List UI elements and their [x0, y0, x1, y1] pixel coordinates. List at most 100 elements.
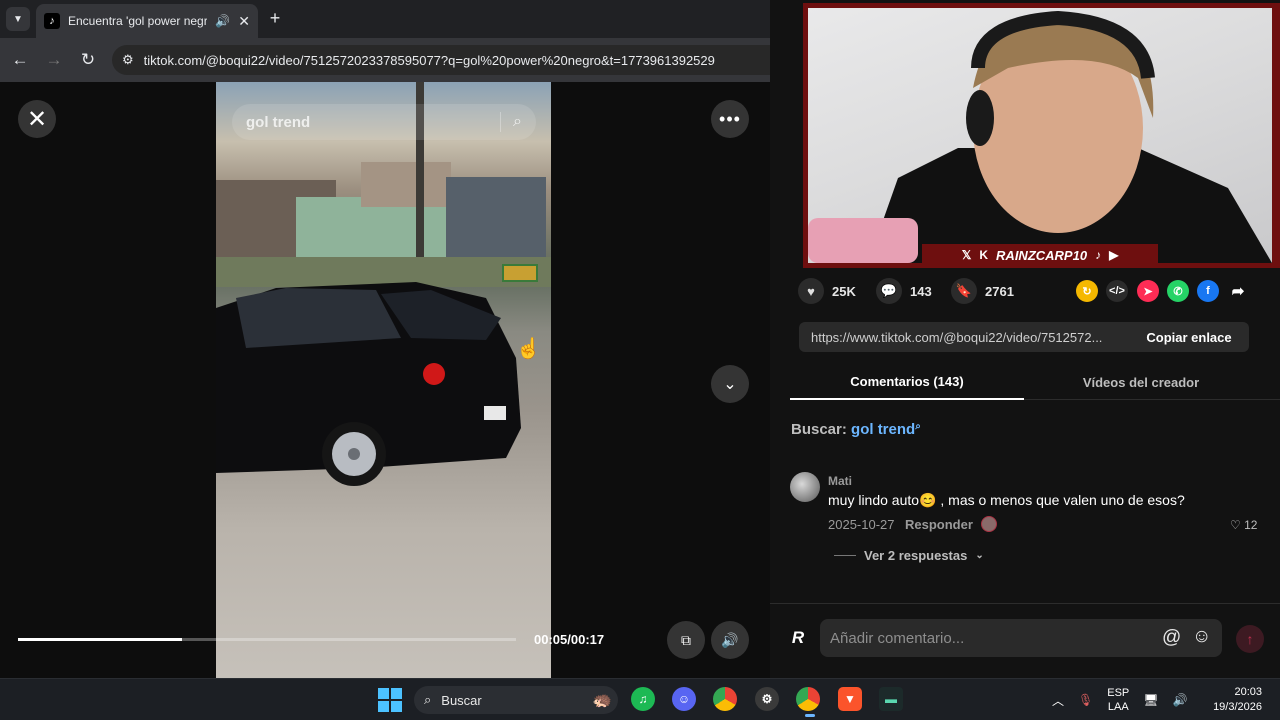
brave-icon[interactable]: ▼ [838, 687, 862, 711]
streamer-figure [808, 10, 1272, 263]
address-bar[interactable]: ⚙ tiktok.com/@boqui22/video/751257202337… [112, 45, 802, 75]
send-comment-button[interactable]: ↑ [1236, 625, 1264, 653]
search-icon[interactable]: ⌕ [513, 113, 522, 131]
comment-text: muy lindo auto😊 , mas o menos que valen … [828, 492, 1185, 508]
tiktok-logo-icon: ♪ [1095, 248, 1102, 262]
user-logo-icon: R [791, 628, 805, 647]
video-progress-fill [18, 638, 183, 641]
chevron-up-icon[interactable]: ︿ [1052, 692, 1064, 709]
tab-search-chevron-icon[interactable]: ▼ [6, 7, 30, 31]
search-suggestion[interactable]: Buscar: gol trend⌕ [791, 421, 921, 438]
discord-icon[interactable]: ☺ [672, 687, 696, 711]
windows-start-icon[interactable] [378, 688, 402, 712]
comment-action[interactable]: 💬 143 [876, 278, 932, 304]
kick-logo-icon: K [979, 248, 989, 262]
heart-outline-icon: ♡ [1230, 518, 1241, 532]
taskbar-clock[interactable]: 20:03 19/3/2026 [1204, 685, 1262, 715]
site-info-icon[interactable]: ⚙ [122, 52, 134, 68]
replies-divider [834, 555, 856, 556]
send-to-friends-icon[interactable]: ➤ [1137, 280, 1159, 302]
volume-button[interactable]: 🔊 [711, 621, 749, 659]
app-icon[interactable]: ⚙ [755, 687, 779, 711]
copy-link-button[interactable]: Copiar enlace [1129, 322, 1249, 352]
tab-close-icon[interactable]: ✕ [238, 13, 250, 30]
youtube-logo-icon: ▶ [1109, 248, 1119, 262]
next-video-button[interactable]: ⌄ [711, 365, 749, 403]
back-arrow-icon[interactable]: ← [8, 48, 32, 72]
close-video-button[interactable]: ✕ [18, 100, 56, 138]
keyboard-layout: LAA [1107, 701, 1129, 713]
video-link-field[interactable]: https://www.tiktok.com/@boqui22/video/75… [799, 322, 1129, 352]
save-count: 2761 [985, 283, 1014, 299]
comment-like-button[interactable]: ♡ 12 [1230, 518, 1257, 532]
reply-button[interactable]: Responder [905, 517, 973, 532]
bookmark-icon: 🔖 [951, 278, 977, 304]
comment-username[interactable]: Mati [828, 474, 852, 488]
tiktok-favicon-icon: ♪ [44, 13, 60, 29]
chrome-icon[interactable] [713, 687, 737, 711]
chrome-profile-icon[interactable] [796, 687, 820, 711]
x-logo-icon: 𝕏 [961, 248, 972, 262]
embed-icon[interactable]: </> [1106, 280, 1128, 302]
volume-icon[interactable]: 🔊 [1173, 693, 1188, 707]
facebook-icon[interactable]: f [1197, 280, 1219, 302]
webcam-feed [808, 8, 1272, 263]
search-small-icon: ⌕ [915, 421, 921, 432]
repost-icon[interactable]: ↻ [1076, 280, 1098, 302]
search-icon: ⌕ [424, 692, 432, 707]
video-actions: ♥ 25K 💬 143 🔖 2761 ↻ </> ➤ ✆ f ➦ [798, 278, 1258, 304]
clock-time: 20:03 [1234, 686, 1262, 698]
tab-title: Encuentra 'gol power negro' [68, 14, 208, 28]
video-progress-bar[interactable] [18, 638, 516, 641]
taskbar-search-label: Buscar [441, 692, 482, 708]
like-count: 25K [832, 283, 856, 299]
tab-creator-videos[interactable]: Vídeos del creador [1024, 364, 1258, 400]
taskbar-search[interactable]: ⌕ Buscar 🦔 [414, 686, 618, 714]
background-building [446, 177, 546, 262]
comment-bubble-icon: 💬 [876, 278, 902, 304]
browser-tab[interactable]: ♪ Encuentra 'gol power negro' 🔊 ✕ [36, 4, 258, 38]
like-action[interactable]: ♥ 25K [798, 278, 856, 304]
active-app-indicator [805, 714, 815, 717]
panel-tabs: Comentarios (143) Vídeos del creador [790, 364, 1280, 400]
spotify-icon[interactable]: ♫ [631, 687, 655, 711]
avatar[interactable] [790, 472, 820, 502]
copy-link-row: https://www.tiktok.com/@boqui22/video/75… [799, 322, 1249, 352]
tab-comments[interactable]: Comentarios (143) [790, 364, 1024, 400]
creator-liked-avatar [981, 516, 997, 532]
chevron-down-icon: ⌄ [975, 550, 984, 561]
black-car [216, 282, 521, 486]
microphone-icon[interactable]: 🎙 [1078, 693, 1093, 707]
forward-arrow-icon[interactable]: → [42, 48, 66, 72]
new-tab-button[interactable]: + [264, 8, 286, 29]
search-divider [500, 112, 502, 132]
picture-in-picture-button[interactable]: ⧉ [667, 621, 705, 659]
video-frame[interactable] [216, 82, 551, 678]
view-replies-button[interactable]: Ver 2 respuestas ⌄ [834, 548, 984, 563]
language-code: ESP [1107, 687, 1130, 699]
comment-date: 2025-10-27 [828, 517, 895, 532]
view-replies-label: Ver 2 respuestas [864, 548, 968, 563]
reload-icon[interactable]: ↻ [76, 48, 100, 72]
terminal-app-icon[interactable]: ▬ [879, 687, 903, 711]
save-action[interactable]: 🔖 2761 [951, 278, 1014, 304]
language-indicator[interactable]: ESP LAA [1107, 686, 1129, 714]
browser-tab-strip: ▼ ♪ Encuentra 'gol power negro' 🔊 ✕ + [0, 0, 800, 38]
mention-icon[interactable]: @ [1162, 627, 1181, 649]
heart-icon: ♥ [798, 278, 824, 304]
whatsapp-icon[interactable]: ✆ [1167, 280, 1189, 302]
tab-audio-icon[interactable]: 🔊 [215, 14, 230, 28]
search-suggestion-label: Buscar: [791, 421, 847, 438]
share-arrow-icon[interactable]: ➦ [1227, 280, 1249, 302]
emoji-icon[interactable]: ☺ [1192, 626, 1211, 648]
network-icon[interactable]: 🖥 [1143, 693, 1158, 707]
more-options-button[interactable]: ••• [711, 100, 749, 138]
search-suggestion-keyword[interactable]: gol trend [851, 421, 915, 438]
background-building [361, 162, 451, 207]
comment-like-count: 12 [1244, 518, 1258, 532]
video-search-query: gol trend [246, 113, 311, 131]
video-time: 00:05/00:17 [534, 632, 605, 647]
search-highlight-icon: 🦔 [592, 692, 612, 709]
comment-count: 143 [910, 283, 932, 299]
video-search-bar[interactable]: gol trend ⌕ [232, 104, 536, 140]
